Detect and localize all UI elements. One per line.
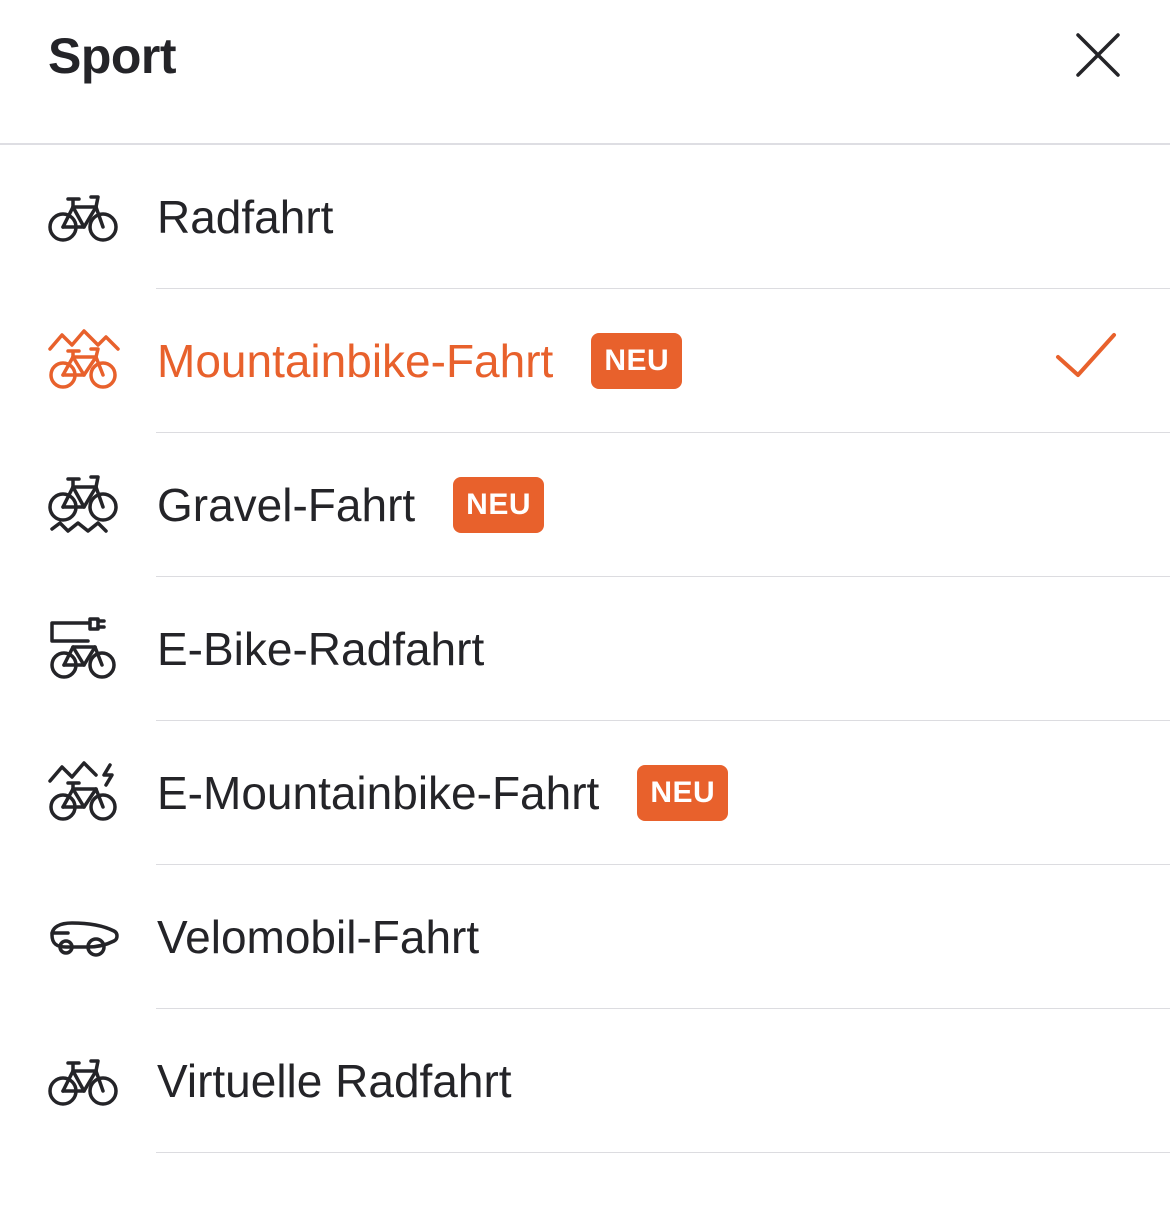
mountain-bike-icon xyxy=(46,329,122,393)
sport-item-label: Velomobil-Fahrt xyxy=(157,911,480,963)
sport-item-mountainbike-fahrt[interactable]: Mountainbike-Fahrt NEU xyxy=(0,289,1170,433)
sport-item-label: Gravel-Fahrt xyxy=(157,479,416,531)
sheet-header: Sport xyxy=(0,0,1170,145)
sport-item-gravel-fahrt[interactable]: Gravel-Fahrt NEU xyxy=(0,433,1170,577)
new-badge: NEU xyxy=(453,477,545,533)
e-bike-icon xyxy=(46,617,122,681)
sport-item-velomobil-fahrt[interactable]: Velomobil-Fahrt xyxy=(0,865,1170,1009)
sport-item-label: Radfahrt xyxy=(157,191,334,243)
bike-icon xyxy=(46,185,122,249)
sport-item-e-bike-radfahrt[interactable]: E-Bike-Radfahrt xyxy=(0,577,1170,721)
new-badge: NEU xyxy=(637,765,729,821)
gravel-bike-icon xyxy=(46,473,122,537)
sport-item-label: Mountainbike-Fahrt xyxy=(157,335,554,387)
close-icon xyxy=(1076,33,1120,77)
checkmark-icon xyxy=(1050,319,1122,391)
velomobile-icon xyxy=(46,905,122,969)
divider xyxy=(156,1152,1170,1153)
sport-item-label: E-Bike-Radfahrt xyxy=(157,623,485,675)
e-mountain-bike-icon xyxy=(46,761,122,825)
close-button[interactable] xyxy=(1068,25,1128,85)
page-title: Sport xyxy=(48,28,177,84)
new-badge: NEU xyxy=(591,333,683,389)
sport-item-label: E-Mountainbike-Fahrt xyxy=(157,767,600,819)
sport-item-virtuelle-radfahrt[interactable]: Virtuelle Radfahrt xyxy=(0,1009,1170,1153)
sport-item-label: Virtuelle Radfahrt xyxy=(157,1055,512,1107)
virtual-bike-icon xyxy=(46,1049,122,1113)
sport-list: Radfahrt Mountainbike-Fahrt NEU Gravel-F… xyxy=(0,145,1170,1153)
sport-item-radfahrt[interactable]: Radfahrt xyxy=(0,145,1170,289)
sport-item-e-mountainbike-fahrt[interactable]: E-Mountainbike-Fahrt NEU xyxy=(0,721,1170,865)
